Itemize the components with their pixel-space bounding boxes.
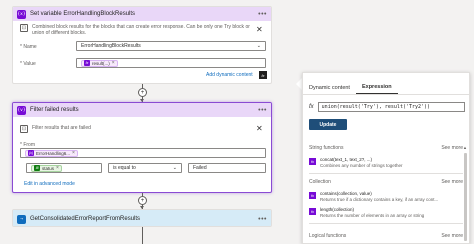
name-label: * Name	[20, 44, 37, 50]
set-variable-title: Set variable ErrorHandlingBlockResults	[30, 11, 136, 17]
function-icon: fx	[309, 158, 316, 165]
section-title: Logical functions	[309, 233, 347, 239]
condition-right-input[interactable]: Failed	[188, 163, 266, 173]
filter-title: Filter failed results	[30, 107, 79, 113]
more-options-icon[interactable]: •••	[258, 216, 267, 223]
from-token-label: ErrorHandling6...	[36, 150, 71, 156]
condition-right-value: Failed	[193, 165, 207, 171]
filter-icon: {v}	[17, 105, 26, 115]
function-item-concat[interactable]: fx concat(text_1, text_2?, ...) Combines…	[309, 157, 463, 168]
compose-card[interactable]: ⇢ GetConsolidatedErrorReportFromResults …	[12, 209, 272, 227]
function-desc: Returns true if a dictionary contains a …	[320, 197, 439, 202]
tab-expression[interactable]: Expression	[355, 81, 398, 94]
operator-value: is equal to	[113, 165, 136, 171]
variable-icon: {x}	[17, 9, 26, 19]
result-token-label: result(...)	[92, 60, 110, 66]
result-token[interactable]: fx result(...) ×	[81, 59, 118, 67]
add-step-button[interactable]: +	[138, 196, 147, 205]
string-functions-header: String functions See more	[309, 145, 463, 151]
function-item-contains[interactable]: fx contains(collection, value) Returns t…	[309, 191, 463, 202]
status-token-label: status	[42, 165, 55, 171]
expression-panel: Dynamic content Expression fx union(resu…	[302, 72, 471, 244]
fx-icon: fx	[309, 104, 314, 110]
chevron-down-icon: ⌄	[172, 165, 177, 171]
function-desc: Returns the number of elements in an arr…	[320, 213, 425, 218]
info-icon: ⊡	[20, 24, 28, 32]
close-info-icon[interactable]: ✕	[256, 25, 263, 34]
function-icon: fx	[309, 192, 316, 199]
filter-info: ⊡ Filter results that are failed	[20, 125, 91, 133]
divider	[309, 173, 463, 174]
compose-header[interactable]: ⇢ GetConsolidatedErrorReportFromResults …	[13, 210, 271, 226]
status-token[interactable]: ⊞ status ×	[31, 164, 62, 172]
function-name: concat(text_1, text_2?, ...)	[320, 157, 373, 162]
set-variable-header[interactable]: {x} Set variable ErrorHandlingBlockResul…	[13, 7, 271, 21]
update-button[interactable]: Update	[309, 119, 347, 130]
see-more-link[interactable]: See more	[441, 179, 463, 185]
name-select[interactable]: ErrorHandlingBlockResults ⌄	[76, 41, 266, 51]
remove-token-icon[interactable]: ×	[72, 150, 75, 156]
expression-row: fx union(result('Try'), result('Try2'))	[309, 101, 465, 113]
status-token-icon: ⊞	[34, 165, 40, 171]
connector-line	[142, 227, 143, 244]
compose-icon: ⇢	[17, 214, 26, 224]
from-input[interactable]: {x} ErrorHandling6... ×	[20, 148, 266, 158]
close-info-icon[interactable]: ✕	[256, 124, 263, 133]
tab-dynamic-content[interactable]: Dynamic content	[303, 81, 356, 94]
function-item-length[interactable]: fx length(collection) Returns the number…	[309, 207, 463, 218]
name-value: ErrorHandlingBlockResults	[81, 43, 141, 49]
remove-token-icon[interactable]: ×	[56, 165, 59, 171]
filter-header[interactable]: {v} Filter failed results •••	[13, 103, 271, 117]
condition-left-input[interactable]: ⊞ status ×	[26, 163, 102, 173]
add-dynamic-content-link[interactable]: Add dynamic content	[206, 72, 253, 78]
add-step-button[interactable]: +	[138, 88, 147, 97]
info-icon: ⊡	[20, 125, 28, 133]
set-variable-info: ⊡ Combined block results for the blocks …	[20, 24, 250, 36]
fx-token-icon: fx	[84, 60, 90, 66]
remove-token-icon[interactable]: ×	[112, 60, 115, 66]
function-icon: fx	[309, 208, 316, 215]
section-title: String functions	[309, 145, 344, 151]
operator-select[interactable]: is equal to ⌄	[108, 163, 182, 173]
set-variable-info-text: Combined block results for the blocks th…	[32, 24, 250, 36]
filter-info-text: Filter results that are failed	[32, 125, 91, 131]
chevron-down-icon: ⌄	[256, 43, 261, 49]
section-title: Collection	[309, 179, 331, 185]
from-token[interactable]: {x} ErrorHandling6... ×	[25, 149, 78, 157]
value-input[interactable]: fx result(...) ×	[76, 58, 266, 68]
function-name: length(collection)	[320, 207, 355, 212]
expression-input[interactable]: union(result('Try'), result('Try2'))	[317, 102, 465, 112]
see-more-link[interactable]: See more	[441, 233, 463, 239]
more-options-icon[interactable]: •••	[258, 107, 267, 114]
panel-tabs: Dynamic content Expression	[303, 81, 471, 95]
divider	[309, 223, 463, 224]
see-more-link[interactable]: See more	[441, 145, 463, 151]
logical-functions-header: Logical functions See more	[309, 233, 463, 239]
scroll-up-icon[interactable]: ▲	[463, 145, 467, 150]
value-label: * Value	[20, 61, 36, 67]
function-name: contains(collection, value)	[320, 191, 372, 196]
variable-token-icon: {x}	[28, 150, 34, 156]
collection-header: Collection See more	[309, 179, 463, 185]
compose-title: GetConsolidatedErrorReportFromResults	[30, 216, 141, 222]
fx-button[interactable]: fx	[259, 71, 267, 79]
function-desc: Combines any number of strings together	[320, 163, 403, 168]
edit-advanced-mode-link[interactable]: Edit in advanced mode	[24, 181, 75, 187]
more-options-icon[interactable]: •••	[258, 11, 267, 18]
scrollbar[interactable]	[464, 153, 467, 241]
